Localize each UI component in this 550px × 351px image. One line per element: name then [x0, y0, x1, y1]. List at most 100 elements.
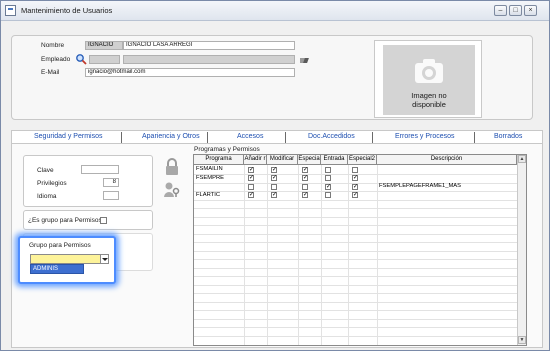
grid-permission-checkbox[interactable]: ✓: [271, 166, 277, 173]
tab-borrados[interactable]: Borrados: [494, 133, 522, 140]
main-window: Mantenimiento de Usuarios – □ × Nombre I…: [0, 0, 550, 351]
grid-row-line: [194, 335, 517, 337]
privilegios-field[interactable]: 8: [103, 178, 119, 187]
dropdown-arrow-button[interactable]: [100, 254, 109, 264]
clave-label: Clave: [37, 167, 54, 174]
tab-separator: [121, 132, 122, 143]
grid-row-line: [194, 276, 517, 277]
grid-cell-descripcion[interactable]: FSEMPLEPAGEFRAME1_MAS: [379, 183, 461, 190]
grid-permission-checkbox[interactable]: [248, 183, 254, 190]
grid-permission-checkbox[interactable]: ✓: [248, 192, 254, 198]
grid-row-line: [194, 242, 517, 243]
email-field[interactable]: ignacio@hotmail.com: [85, 68, 295, 77]
grid-row-line: [194, 293, 517, 294]
credentials-group: Clave Privilegios 8 Idioma: [23, 155, 153, 207]
grid-vertical-scrollbar[interactable]: ▲ ▼: [517, 155, 526, 345]
grid-row-line: [194, 216, 517, 218]
permissions-grid[interactable]: Programa Añadir r Modificar Especia Entr…: [193, 154, 527, 346]
grid-row-line: [194, 284, 517, 286]
grid-permission-checkbox[interactable]: [325, 192, 331, 198]
grid-permission-checkbox[interactable]: ✓: [352, 175, 358, 181]
nombre-full-field[interactable]: IGNACIO LASA ARREGI: [123, 41, 295, 50]
grupo-permisos-label: Grupo para Permisos: [29, 242, 91, 249]
user-header-panel: Nombre IGNACIO IGNACIO LASA ARREGI Emple…: [11, 35, 533, 120]
dropdown-option-adminis[interactable]: ADMINIS: [30, 264, 84, 274]
grid-permission-checkbox[interactable]: [271, 183, 277, 190]
col-anadir[interactable]: Añadir r: [244, 155, 267, 165]
nombre-code-field[interactable]: IGNACIO: [85, 41, 123, 50]
empleado-code-field[interactable]: [89, 55, 120, 64]
tab-strip: Seguridad y Permisos Apariencia y Otros …: [11, 130, 543, 144]
grid-permission-checkbox[interactable]: ✓: [302, 175, 308, 181]
es-grupo-label: ¿Es grupo para Permisos?: [28, 217, 106, 224]
grid-cell-programa[interactable]: FSMAILIN: [196, 166, 223, 173]
grid-permission-checkbox[interactable]: ✓: [248, 166, 254, 173]
minimize-button[interactable]: –: [494, 5, 507, 16]
col-programa[interactable]: Programa: [194, 155, 244, 165]
col-entrada[interactable]: Entrada: [321, 155, 348, 165]
close-button[interactable]: ×: [524, 5, 537, 16]
grid-permission-checkbox[interactable]: ✓: [302, 166, 308, 173]
grid-row-line: [194, 259, 517, 260]
grid-row-line: [194, 208, 517, 209]
eraser-icon[interactable]: [298, 55, 312, 65]
camera-icon: [413, 57, 445, 85]
grid-permission-checkbox[interactable]: ✓: [248, 175, 254, 181]
grid-row-line: [194, 318, 517, 320]
grid-permission-checkbox[interactable]: ✓: [352, 183, 358, 190]
grid-cell-programa[interactable]: FLARTIC: [196, 192, 220, 199]
grid-permission-checkbox[interactable]: [302, 183, 308, 190]
grid-cell-programa[interactable]: FSEMPRE: [196, 175, 224, 182]
tab-errores-procesos[interactable]: Errores y Procesos: [395, 133, 455, 140]
tab-separator: [372, 132, 373, 143]
lock-icon: [163, 158, 181, 176]
grid-row-line: [194, 199, 517, 201]
grid-permission-checkbox[interactable]: ✓: [271, 192, 277, 198]
person-key-icon: [163, 180, 181, 198]
grid-permission-checkbox[interactable]: ✓: [352, 192, 358, 198]
photo-unavailable-text: Imagen no disponible: [383, 91, 475, 109]
tab-doc-accedidos[interactable]: Doc.Accedidos: [308, 133, 355, 140]
grid-permission-checkbox[interactable]: [352, 166, 358, 173]
photo-text-line2: disponible: [412, 100, 446, 109]
grid-row-line: [194, 233, 517, 235]
photo-frame[interactable]: Imagen no disponible: [374, 40, 482, 118]
grid-row-line: [194, 267, 517, 269]
chevron-down-icon: [102, 258, 108, 261]
nombre-label: Nombre: [41, 42, 65, 49]
col-especial[interactable]: Especia: [298, 155, 321, 165]
tab-accesos[interactable]: Accesos: [237, 133, 263, 140]
tab-apariencia-otros[interactable]: Apariencia y Otros: [142, 133, 200, 140]
maximize-button[interactable]: □: [509, 5, 522, 16]
grid-row-line: [194, 301, 517, 303]
col-modificar[interactable]: Modificar: [267, 155, 298, 165]
empleado-name-field[interactable]: [123, 55, 295, 64]
grupo-permisos-select[interactable]: [30, 254, 108, 264]
tab-separator: [207, 132, 208, 143]
grid-row-line: [194, 327, 517, 328]
title-bar: Mantenimiento de Usuarios – □ ×: [1, 1, 549, 21]
scroll-up-icon[interactable]: ▲: [518, 155, 526, 163]
col-descripcion[interactable]: Descripción: [377, 155, 517, 165]
search-icon[interactable]: [75, 53, 87, 65]
grid-row-line: [194, 250, 517, 252]
window-title: Mantenimiento de Usuarios: [21, 6, 113, 15]
grid-permission-checkbox[interactable]: ✓: [325, 183, 331, 190]
tab-seguridad-permisos[interactable]: Seguridad y Permisos: [34, 133, 102, 140]
col-especial2[interactable]: Especial2: [348, 155, 377, 165]
group-permission-question: ¿Es grupo para Permisos?: [23, 210, 153, 230]
clave-field[interactable]: [81, 165, 119, 174]
es-grupo-checkbox[interactable]: [100, 217, 107, 224]
grid-title: Programas y Permisos: [194, 146, 260, 153]
grid-permission-checkbox[interactable]: ✓: [271, 175, 277, 181]
grid-permission-checkbox[interactable]: [325, 175, 331, 181]
idioma-field[interactable]: [103, 191, 119, 200]
photo-text-line1: Imagen no: [411, 91, 447, 100]
tab-separator: [285, 132, 286, 143]
scroll-down-icon[interactable]: ▼: [518, 336, 526, 344]
grid-permission-checkbox[interactable]: ✓: [302, 192, 308, 198]
grid-header-row: Programa Añadir r Modificar Especia Entr…: [194, 155, 517, 165]
app-window-icon: [5, 5, 16, 16]
grid-permission-checkbox[interactable]: [325, 166, 331, 173]
grid-row-line: [194, 310, 517, 311]
